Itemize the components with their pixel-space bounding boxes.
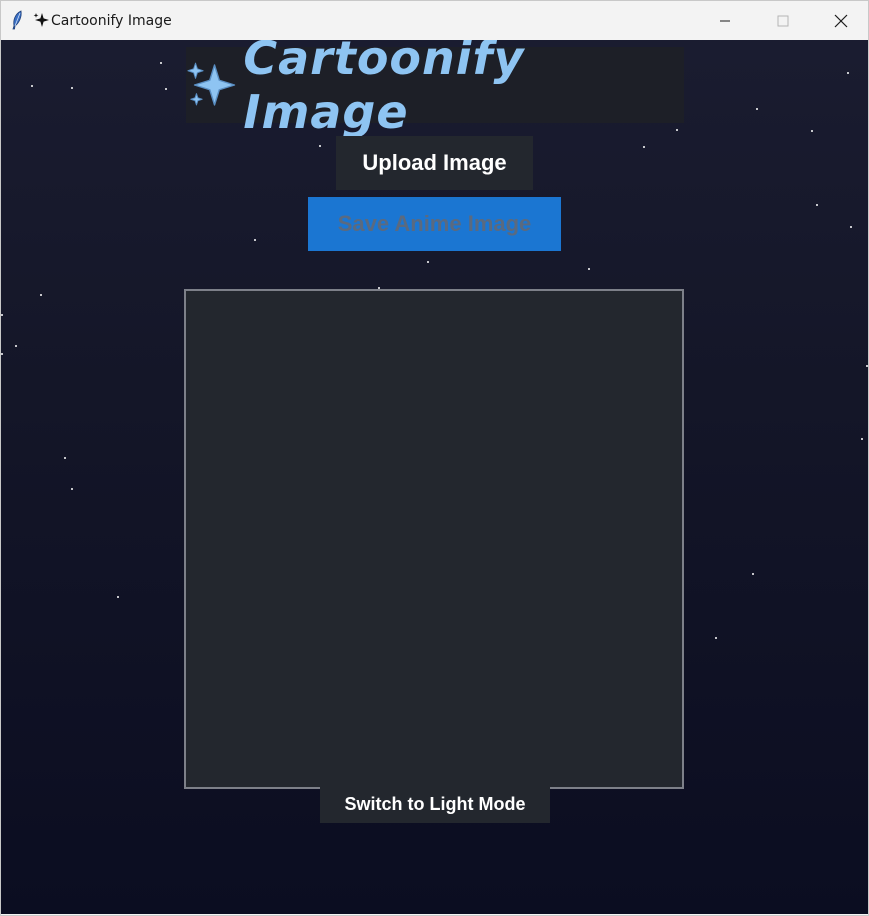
- star: [254, 239, 256, 241]
- save-anime-image-button[interactable]: Save Anime Image: [308, 197, 561, 251]
- star: [64, 457, 66, 459]
- star: [117, 596, 119, 598]
- star: [319, 145, 321, 147]
- star: [40, 294, 42, 296]
- close-icon: [834, 14, 848, 27]
- sparkles-icon: [187, 62, 236, 106]
- window-title: Cartoonify Image: [33, 12, 172, 29]
- minimize-button[interactable]: [696, 1, 754, 40]
- star: [752, 573, 754, 575]
- title-bar[interactable]: Cartoonify Image: [1, 1, 868, 40]
- page-heading: Cartoonify Image: [186, 40, 684, 139]
- star: [15, 345, 17, 347]
- star: [861, 438, 863, 440]
- maximize-icon: [777, 15, 789, 26]
- star: [71, 87, 73, 89]
- maximize-button[interactable]: [754, 1, 812, 40]
- star: [71, 488, 73, 490]
- star: [1, 314, 3, 316]
- star: [31, 85, 33, 87]
- star: [811, 130, 813, 132]
- image-preview-panel: [184, 289, 684, 789]
- star: [816, 204, 818, 206]
- star: [160, 62, 162, 64]
- sparkles-icon: [33, 13, 49, 27]
- app-canvas: Cartoonify Image Upload Image Save Anime…: [1, 40, 868, 914]
- star: [427, 261, 429, 263]
- feather-icon: [12, 10, 22, 30]
- star: [756, 108, 758, 110]
- minimize-icon: [720, 20, 730, 21]
- page-title: Cartoonify Image: [243, 40, 525, 139]
- close-button[interactable]: [812, 1, 869, 40]
- app-window: Cartoonify Image Cartoonify Image Upload…: [0, 0, 869, 916]
- star: [847, 72, 849, 74]
- star: [715, 637, 717, 639]
- star: [1, 353, 3, 355]
- star: [866, 365, 868, 367]
- star: [850, 226, 852, 228]
- star: [588, 268, 590, 270]
- star: [643, 146, 645, 148]
- upload-image-button[interactable]: Upload Image: [336, 136, 533, 190]
- theme-toggle-button[interactable]: Switch to Light Mode: [320, 786, 550, 823]
- star: [165, 88, 167, 90]
- window-title-text: Cartoonify Image: [51, 13, 172, 29]
